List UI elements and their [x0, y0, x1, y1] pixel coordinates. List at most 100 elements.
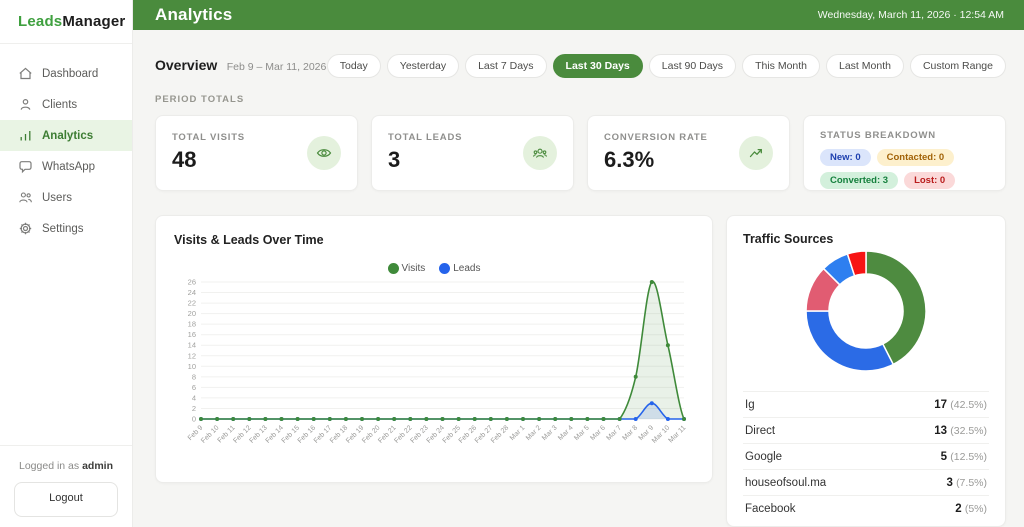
line-chart-title: Visits & Leads Over Time: [174, 233, 324, 247]
sidebar-item-dashboard[interactable]: Dashboard: [0, 58, 132, 89]
date-range-filters: Today Yesterday Last 7 Days Last 30 Days Las…: [326, 54, 1006, 78]
svg-text:Mar 6: Mar 6: [589, 424, 607, 442]
svg-text:4: 4: [192, 393, 196, 402]
sidebar-item-label: Analytics: [42, 129, 94, 142]
content: Overview Feb 9 – Mar 11, 2026 Today Yeste…: [133, 30, 1024, 527]
sidebar-item-label: Settings: [42, 222, 84, 235]
people-icon: [18, 190, 33, 205]
sidebar-nav: Dashboard Clients Analytics WhatsApp Users Se…: [0, 58, 132, 445]
svg-text:12: 12: [188, 351, 196, 360]
filter-last-7-days[interactable]: Last 7 Days: [465, 54, 547, 78]
legend-dot: [439, 263, 451, 274]
traffic-source-label: houseofsoul.ma: [745, 476, 827, 489]
svg-text:6: 6: [192, 383, 196, 392]
chart-icon: [18, 128, 33, 143]
traffic-donut-chart: [805, 250, 927, 372]
sidebar-item-settings[interactable]: Settings: [0, 213, 132, 244]
brand-logo-leads: Leads: [18, 13, 63, 30]
traffic-source-label: Ig: [745, 398, 755, 411]
sidebar-item-label: WhatsApp: [42, 160, 96, 173]
svg-text:Mar 5: Mar 5: [573, 424, 591, 442]
leads-group-icon: [523, 136, 557, 170]
svg-text:Mar 11: Mar 11: [667, 424, 687, 444]
svg-text:Mar 8: Mar 8: [622, 424, 640, 442]
sidebar-item-label: Dashboard: [42, 67, 99, 80]
stat-card-conversion-rate: CONVERSION RATE 6.3%: [587, 115, 790, 191]
status-badges: New: 0 Contacted: 0 Converted: 3 Lost: 0: [820, 149, 989, 189]
traffic-source-row: Google 5 (12.5%): [743, 443, 989, 469]
traffic-source-value: 2 (5%): [955, 502, 987, 515]
filter-this-month[interactable]: This Month: [742, 54, 820, 78]
eye-icon: [307, 136, 341, 170]
filter-last-30-days[interactable]: Last 30 Days: [552, 54, 643, 78]
logged-in-text: Logged in as admin: [14, 460, 118, 472]
sidebar-item-clients[interactable]: Clients: [0, 89, 132, 120]
status-badge: Contacted: 0: [876, 149, 955, 166]
line-chart-legend: Visits Leads: [174, 263, 694, 274]
svg-text:Mar 1: Mar 1: [509, 424, 527, 442]
legend-dot: [387, 263, 399, 274]
overview-title: Overview: [155, 57, 218, 73]
status-badge: New: 0: [820, 149, 871, 166]
logout-button[interactable]: Logout: [14, 482, 118, 517]
svg-text:0: 0: [192, 415, 196, 424]
svg-text:Mar 7: Mar 7: [605, 424, 623, 442]
sidebar: Leads Manager Dashboard Clients Analytics Wh…: [0, 0, 133, 527]
svg-text:14: 14: [188, 341, 196, 350]
svg-text:22: 22: [188, 299, 196, 308]
filter-yesterday[interactable]: Yesterday: [386, 54, 460, 78]
sidebar-item-whatsapp[interactable]: WhatsApp: [0, 151, 132, 182]
overview-row: Overview Feb 9 – Mar 11, 2026 Today Yeste…: [155, 54, 1006, 78]
filter-last-month[interactable]: Last Month: [826, 54, 904, 78]
svg-text:Feb 28: Feb 28: [490, 424, 510, 444]
chat-icon: [18, 159, 33, 174]
overview-date-range: Feb 9 – Mar 11, 2026: [226, 61, 327, 73]
gear-icon: [18, 221, 33, 236]
svg-text:26: 26: [188, 278, 196, 287]
sidebar-item-label: Users: [42, 191, 73, 204]
trending-up-icon: [739, 136, 773, 170]
svg-text:Mar 2: Mar 2: [525, 424, 543, 442]
traffic-source-row: Direct 13 (32.5%): [743, 417, 989, 443]
status-badge: Lost: 0: [904, 172, 956, 189]
home-icon: [18, 66, 33, 81]
svg-text:16: 16: [188, 330, 196, 339]
stat-card-total-visits: TOTAL VISITS 48: [155, 115, 358, 191]
traffic-source-value: 3 (7.5%): [946, 476, 987, 489]
svg-text:18: 18: [188, 320, 196, 329]
filter-today[interactable]: Today: [326, 54, 381, 78]
stat-card-status-breakdown: STATUS BREAKDOWN New: 0 Contacted: 0 Conve…: [803, 115, 1006, 191]
logged-in-prefix: Logged in as: [19, 460, 80, 472]
traffic-source-label: Facebook: [745, 502, 796, 515]
period-totals-label: PERIOD TOTALS: [155, 94, 245, 105]
traffic-source-label: Direct: [745, 424, 776, 437]
sidebar-footer: Logged in as admin Logout: [0, 445, 132, 527]
filter-custom-range[interactable]: Custom Range: [909, 54, 1006, 78]
traffic-source-label: Google: [745, 450, 783, 463]
top-header: Analytics Wednesday, March 11, 2026 · 12…: [133, 0, 1024, 30]
legend-item-visits: Visits: [387, 263, 425, 274]
svg-text:Mar 3: Mar 3: [541, 424, 559, 442]
traffic-sources-list: Ig 17 (42.5%) Direct 13 (32.5%) Google 5 (12.…: [743, 391, 989, 521]
svg-text:20: 20: [188, 309, 196, 318]
stat-cards-row: TOTAL VISITS 48 TOTAL LEADS 3 CONVERSION…: [155, 115, 1006, 191]
sidebar-item-users[interactable]: Users: [0, 182, 132, 213]
traffic-source-row: houseofsoul.ma 3 (7.5%): [743, 469, 989, 495]
status-breakdown-label: STATUS BREAKDOWN: [820, 130, 936, 141]
traffic-sources-card: Traffic Sources Ig 17 (42.5%) Direct 13 (32…: [726, 215, 1006, 527]
traffic-source-value: 13 (32.5%): [934, 424, 987, 437]
filter-last-90-days[interactable]: Last 90 Days: [648, 54, 737, 78]
brand-logo-manager: Manager: [62, 13, 126, 30]
sidebar-item-analytics[interactable]: Analytics: [0, 120, 132, 151]
sidebar-item-label: Clients: [42, 98, 78, 111]
charts-row: Visits & Leads Over Time Visits Leads 024…: [155, 215, 1006, 527]
logged-in-username: admin: [82, 460, 113, 472]
legend-item-leads: Leads: [439, 263, 480, 274]
svg-text:Mar 4: Mar 4: [557, 424, 575, 442]
traffic-source-row: Ig 17 (42.5%): [743, 391, 989, 417]
header-datetime: Wednesday, March 11, 2026 · 12:54 AM: [817, 9, 1004, 21]
donut-chart-title: Traffic Sources: [743, 232, 834, 246]
overview-heading: Overview Feb 9 – Mar 11, 2026: [155, 57, 326, 75]
traffic-source-value: 17 (42.5%): [934, 398, 987, 411]
status-badge: Converted: 3: [820, 172, 899, 189]
